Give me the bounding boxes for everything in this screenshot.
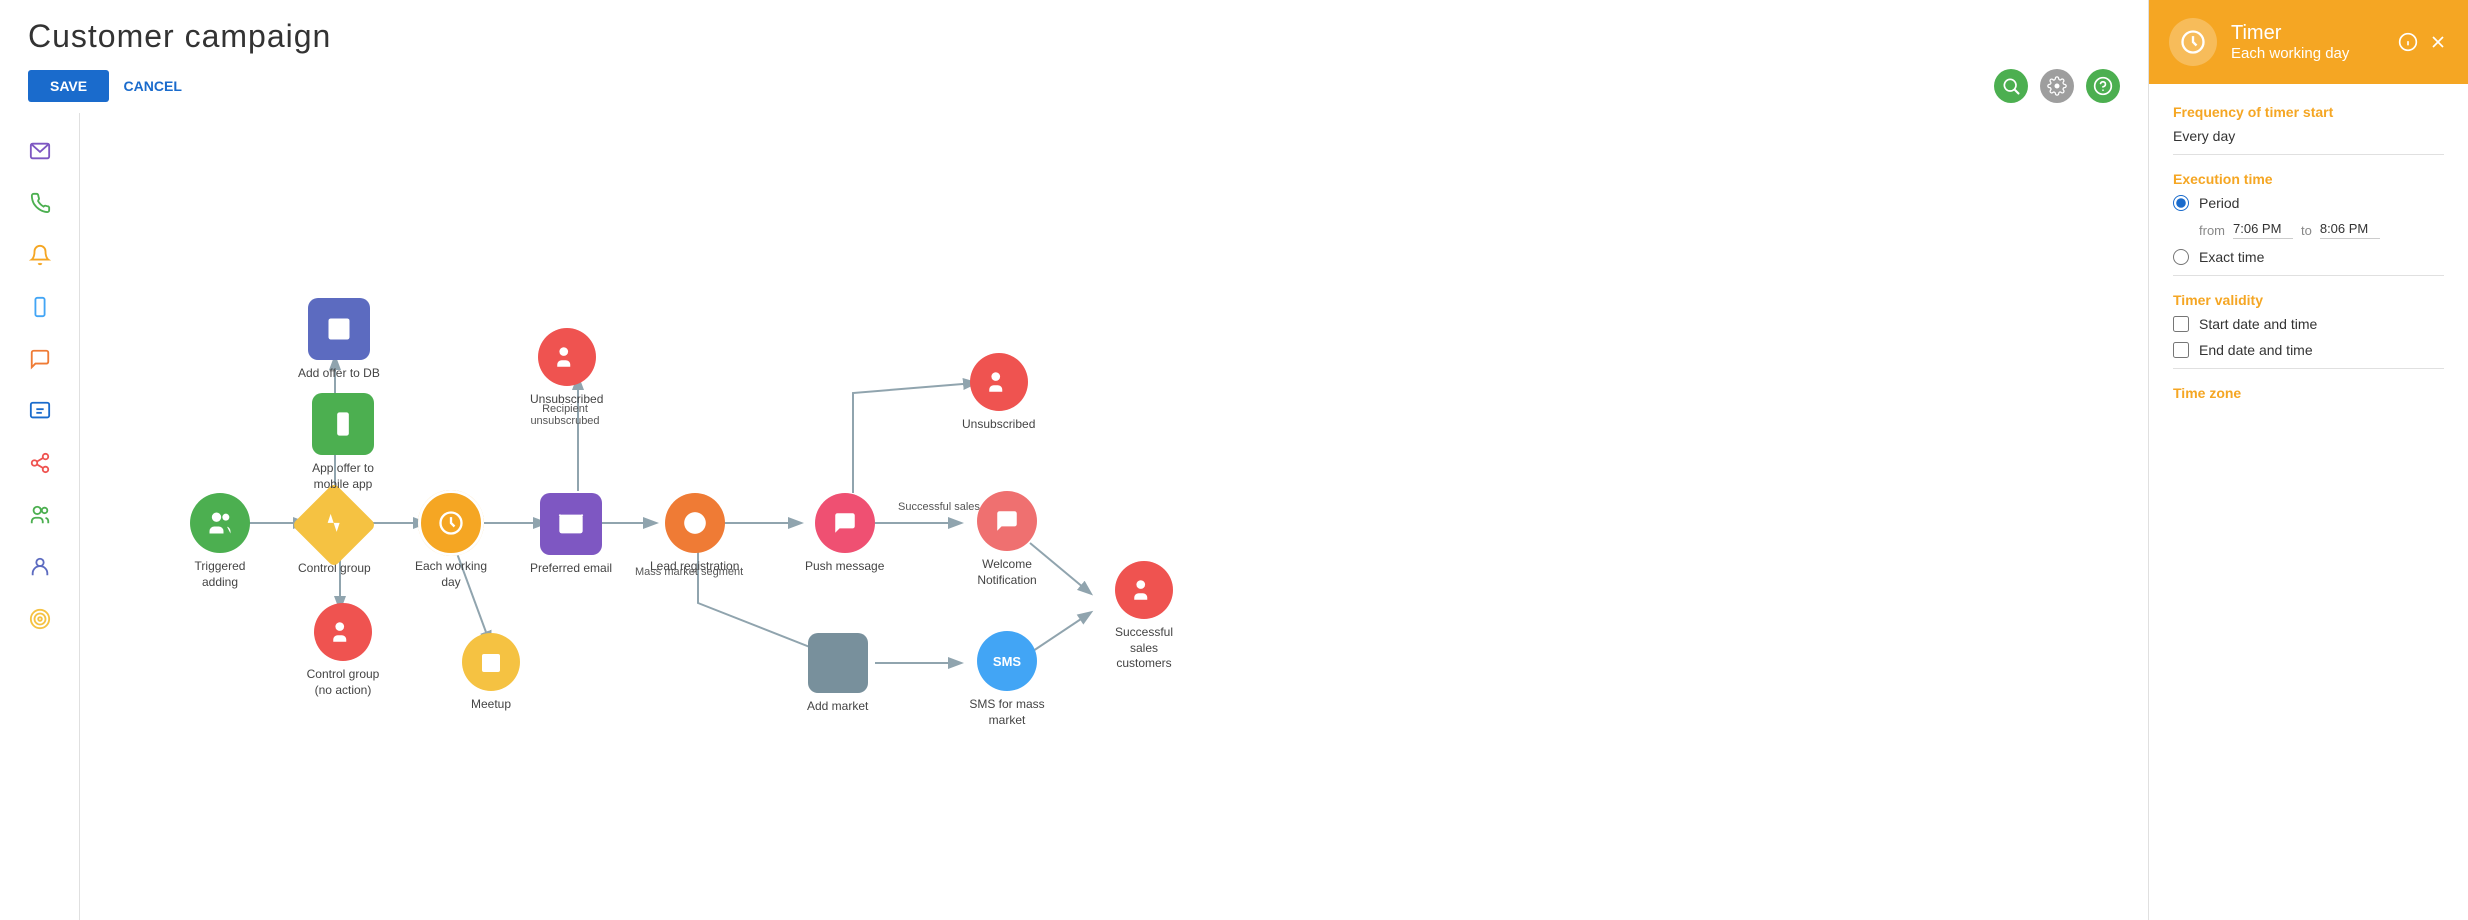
end-date-row[interactable]: End date and time — [2173, 342, 2444, 358]
sidebar-mobile-icon[interactable] — [18, 285, 62, 329]
node-meetup[interactable]: Meetup — [462, 633, 520, 713]
panel-body: Frequency of timer start Every day Execu… — [2149, 84, 2468, 429]
node-add-offer-db-label: Add offer to DB — [298, 366, 380, 382]
node-add-market-label: Add market — [807, 699, 868, 715]
node-sms-mass-market[interactable]: SMS SMS for mass market — [962, 631, 1052, 728]
time-zone-section-title: Time zone — [2173, 385, 2444, 401]
frequency-section-title: Frequency of timer start — [2173, 104, 2444, 120]
sidebar-people2-icon[interactable] — [18, 545, 62, 589]
start-date-checkbox[interactable] — [2173, 316, 2189, 332]
exact-time-radio-row[interactable]: Exact time — [2173, 249, 2444, 265]
help-icon-button[interactable] — [2086, 69, 2120, 103]
node-push-message-label: Push message — [805, 559, 884, 575]
panel-title: Timer — [2231, 22, 2349, 45]
mass-market-segment-label: Mass market segment — [635, 566, 743, 578]
node-successful-sales-customers-label: Successful sales customers — [1108, 625, 1180, 672]
sidebar-social-icon[interactable] — [18, 441, 62, 485]
execution-time-section-title: Execution time — [2173, 171, 2444, 187]
exact-time-radio[interactable] — [2173, 249, 2189, 265]
save-button[interactable]: SAVE — [28, 70, 109, 102]
sidebar-bell-icon[interactable] — [18, 233, 62, 277]
header: Customer campaign SAVE CANCEL — [0, 0, 2148, 113]
node-each-working-day[interactable]: Each working day — [406, 493, 496, 590]
node-meetup-label: Meetup — [471, 697, 511, 713]
node-preferred-email-label: Preferred email — [530, 561, 612, 577]
cancel-button[interactable]: CANCEL — [124, 78, 182, 94]
node-add-market[interactable]: Add market — [807, 633, 868, 715]
period-radio[interactable] — [2173, 195, 2189, 211]
node-triggered-adding[interactable]: Triggered adding — [175, 493, 265, 590]
settings-icon-button[interactable] — [2040, 69, 2074, 103]
node-control-group[interactable]: Control group — [298, 495, 371, 577]
node-app-offer-mobile-label: App offer to mobile app — [298, 461, 388, 492]
panel-header-icons — [2398, 32, 2448, 52]
panel-info-button[interactable] — [2398, 32, 2418, 52]
left-sidebar — [0, 113, 80, 920]
header-actions: SAVE CANCEL — [28, 69, 2120, 103]
panel-title-group: Timer Each working day — [2231, 22, 2349, 62]
start-date-label: Start date and time — [2199, 316, 2317, 332]
sidebar-target-icon[interactable] — [18, 597, 62, 641]
from-value[interactable]: 7:06 PM — [2233, 221, 2293, 239]
page-title: Customer campaign — [28, 18, 2120, 55]
frequency-value: Every day — [2173, 128, 2444, 155]
timer-validity-section-title: Timer validity — [2173, 292, 2444, 308]
node-unsubscribed-right[interactable]: Unsubscribed — [962, 353, 1035, 433]
node-unsubscribed-top[interactable]: Unsubscribed — [530, 328, 603, 408]
node-each-working-day-label: Each working day — [406, 559, 496, 590]
recipient-unsubscribed-label: Recipient unsubscrubed — [515, 403, 615, 427]
from-label: from — [2199, 223, 2225, 238]
time-range-row: from 7:06 PM to 8:06 PM — [2199, 221, 2444, 239]
exec-time-section: Period from 7:06 PM to 8:06 PM Exact tim… — [2173, 195, 2444, 265]
header-left-buttons: SAVE CANCEL — [28, 70, 182, 102]
node-add-offer-db[interactable]: Add offer to DB — [298, 298, 380, 382]
node-triggered-adding-label: Triggered adding — [175, 559, 265, 590]
search-icon-button[interactable] — [1994, 69, 2028, 103]
sidebar-sms-icon[interactable] — [18, 389, 62, 433]
divider-2 — [2173, 368, 2444, 369]
sidebar-email-icon[interactable] — [18, 129, 62, 173]
panel-subtitle: Each working day — [2231, 45, 2349, 62]
end-date-label: End date and time — [2199, 342, 2313, 358]
period-radio-label: Period — [2199, 195, 2239, 211]
period-radio-row[interactable]: Period — [2173, 195, 2444, 211]
panel-header-left: Timer Each working day — [2169, 18, 2349, 66]
timer-icon — [2169, 18, 2217, 66]
start-date-row[interactable]: Start date and time — [2173, 316, 2444, 332]
to-value[interactable]: 8:06 PM — [2320, 221, 2380, 239]
main-area: Customer campaign SAVE CANCEL — [0, 0, 2148, 920]
canvas-container: Triggered adding Control group — [0, 113, 2148, 920]
to-label: to — [2301, 223, 2312, 238]
sidebar-people-icon[interactable] — [18, 493, 62, 537]
node-lead-registration[interactable]: Lead registration — [650, 493, 739, 575]
node-successful-sales-customers[interactable]: Successful sales customers — [1108, 561, 1180, 672]
flowchart-canvas[interactable]: Triggered adding Control group — [80, 113, 2148, 920]
canvas-inner: Triggered adding Control group — [80, 113, 1180, 913]
sidebar-phone-icon[interactable] — [18, 181, 62, 225]
divider-1 — [2173, 275, 2444, 276]
panel-header: Timer Each working day — [2149, 0, 2468, 84]
node-preferred-email[interactable]: Preferred email — [530, 493, 612, 577]
node-push-message[interactable]: Push message — [805, 493, 884, 575]
node-app-offer-mobile[interactable]: App offer to mobile app — [298, 393, 388, 492]
panel-close-button[interactable] — [2428, 32, 2448, 52]
node-control-group-no-action-label: Control group (no action) — [298, 667, 388, 698]
node-sms-mass-market-label: SMS for mass market — [962, 697, 1052, 728]
node-welcome-notification[interactable]: Welcome Notification — [962, 491, 1052, 588]
header-right-icons — [1994, 69, 2120, 103]
node-control-group-no-action[interactable]: Control group (no action) — [298, 603, 388, 698]
exact-time-radio-label: Exact time — [2199, 249, 2264, 265]
right-panel: Timer Each working day Frequency of time… — [2148, 0, 2468, 920]
node-unsubscribed-right-label: Unsubscribed — [962, 417, 1035, 433]
node-welcome-notification-label: Welcome Notification — [962, 557, 1052, 588]
end-date-checkbox[interactable] — [2173, 342, 2189, 358]
sidebar-chat-icon[interactable] — [18, 337, 62, 381]
